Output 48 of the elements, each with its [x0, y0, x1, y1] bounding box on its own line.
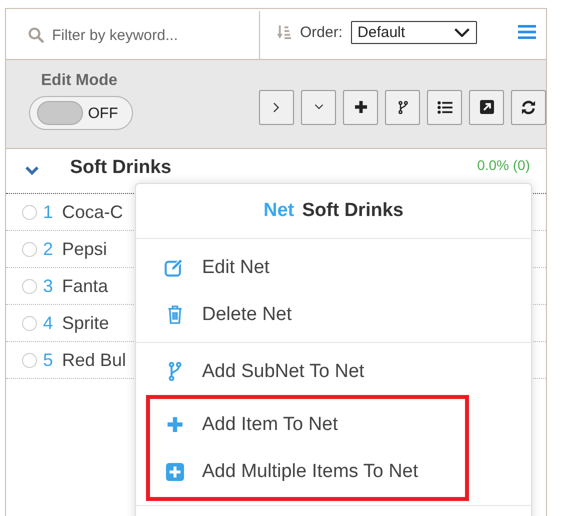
refresh-icon — [521, 100, 536, 114]
edit-mode-toggle[interactable]: OFF — [29, 96, 133, 130]
external-link-icon — [480, 100, 494, 114]
plus-square-icon — [164, 462, 186, 480]
list-icon — [436, 100, 452, 114]
radio-button[interactable] — [22, 204, 37, 220]
category-name: Soft Drinks — [70, 157, 172, 179]
refresh-button[interactable] — [511, 90, 546, 124]
menu-item[interactable]: Delete Net — [136, 291, 531, 338]
collapse-button[interactable] — [301, 90, 336, 124]
search-icon — [28, 27, 44, 43]
item-number: 1 — [43, 202, 54, 222]
branch-icon — [398, 100, 408, 114]
menu-item[interactable]: Add SubNet To Net — [136, 348, 531, 395]
item-number: 2 — [43, 238, 54, 260]
menu-title-prefix: Net — [264, 200, 294, 222]
menu-icon[interactable] — [518, 24, 536, 40]
item-number: 5 — [43, 350, 54, 370]
menu-title: Soft Drinks — [302, 200, 404, 222]
order-dropdown[interactable]: Default — [350, 20, 477, 44]
chevron-down-icon — [314, 104, 324, 110]
item-number: 3 — [43, 276, 54, 296]
list-button[interactable] — [427, 90, 462, 124]
item-name: Red Bul — [62, 350, 126, 370]
item-name: Coca-C — [62, 202, 124, 222]
branch-button[interactable] — [385, 90, 420, 124]
category-stat: 0.0% (0) — [477, 157, 530, 173]
edit-mode-label: Edit Mode — [41, 72, 118, 90]
item-name: Fanta — [62, 276, 108, 296]
item-name: Pepsi — [62, 238, 108, 260]
chevron-down-icon — [454, 28, 470, 36]
add-button[interactable] — [343, 90, 378, 124]
radio-button[interactable] — [22, 352, 37, 368]
expand-button[interactable] — [259, 90, 294, 124]
radio-button[interactable] — [22, 278, 37, 294]
plus-icon — [354, 100, 368, 114]
item-number: 4 — [43, 312, 54, 334]
radio-button[interactable] — [22, 242, 37, 256]
radio-button[interactable] — [22, 316, 37, 330]
chevron-right-icon — [273, 102, 280, 112]
export-button[interactable] — [469, 90, 504, 124]
chevron-down-icon[interactable] — [24, 166, 40, 176]
sort-icon — [277, 24, 292, 40]
order-label: Order: — [300, 24, 343, 40]
menu-item[interactable]: Edit Net — [136, 244, 531, 291]
item-name: Sprite — [62, 312, 110, 334]
menu-item[interactable]: Add Item To Net — [150, 401, 465, 448]
menu-item[interactable]: Add Multiple Items To Net — [150, 448, 465, 495]
